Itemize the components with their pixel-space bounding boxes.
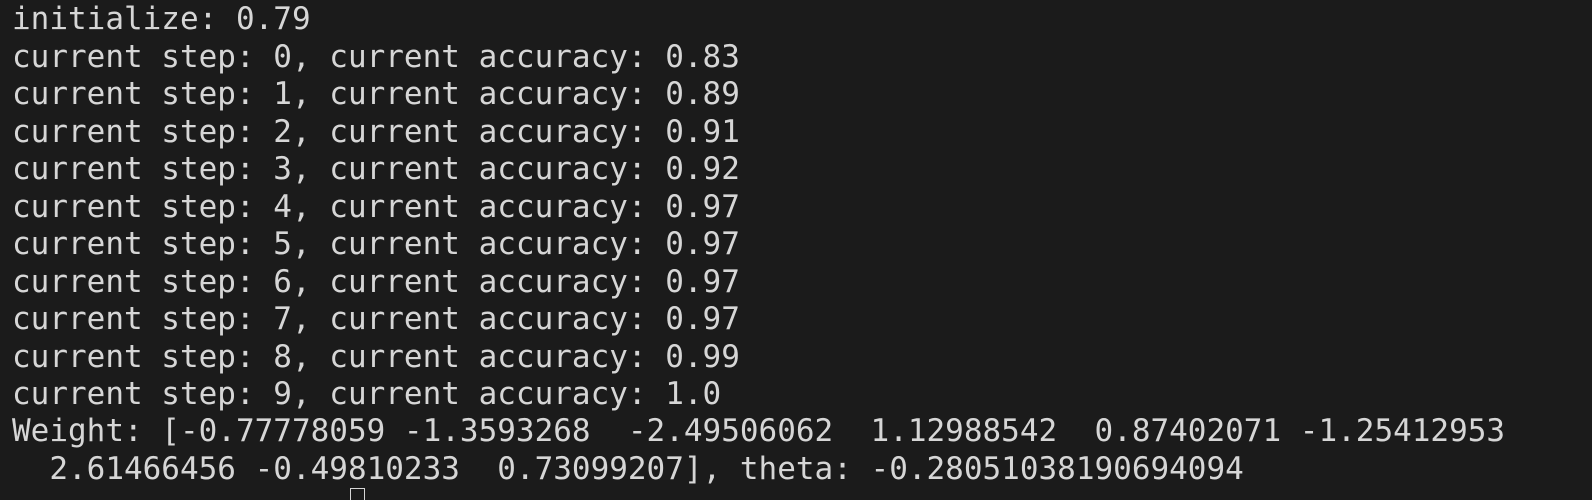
output-line-step-0: current step: 0, current accuracy: 0.83: [12, 39, 740, 75]
output-line-weight: Weight: [-0.77778059 -1.3593268 -2.49506…: [12, 413, 1506, 449]
output-line-step-3: current step: 3, current accuracy: 0.92: [12, 151, 740, 187]
output-line-step-5: current step: 5, current accuracy: 0.97: [12, 226, 740, 262]
output-line-step-2: current step: 2, current accuracy: 0.91: [12, 114, 740, 150]
output-line-initialize: initialize: 0.79: [12, 1, 311, 37]
output-line-step-6: current step: 6, current accuracy: 0.97: [12, 264, 740, 300]
terminal-cursor: [350, 488, 365, 500]
output-line-step-8: current step: 8, current accuracy: 0.99: [12, 339, 740, 375]
output-line-weight-continued: 2.61466456 -0.49810233 0.73099207], thet…: [12, 451, 1244, 487]
output-line-step-1: current step: 1, current accuracy: 0.89: [12, 76, 740, 112]
output-line-step-9: current step: 9, current accuracy: 1.0: [12, 376, 722, 412]
output-line-step-7: current step: 7, current accuracy: 0.97: [12, 301, 740, 337]
output-line-step-4: current step: 4, current accuracy: 0.97: [12, 189, 740, 225]
terminal-window[interactable]: initialize: 0.79 current step: 0, curren…: [0, 0, 1592, 500]
